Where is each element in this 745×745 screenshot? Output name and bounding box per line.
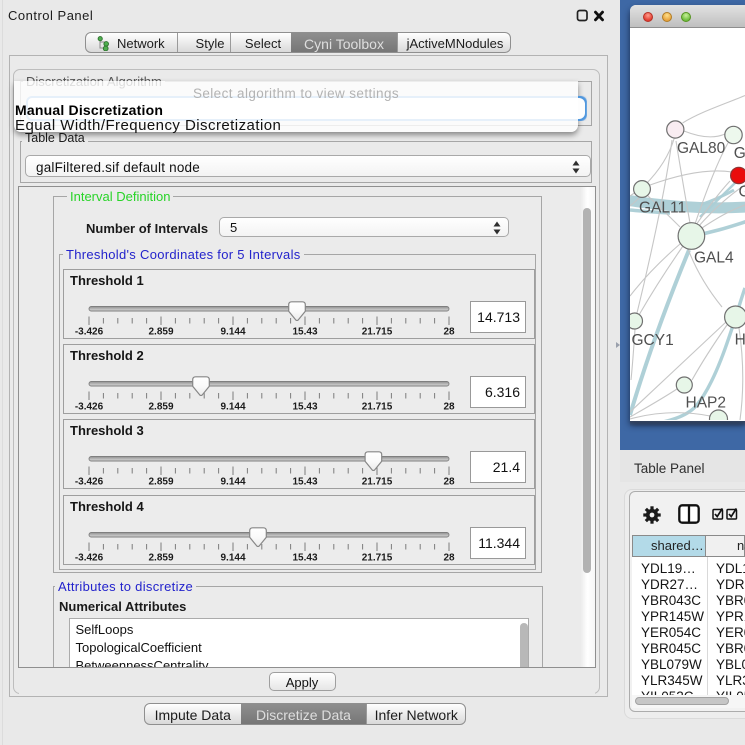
svg-text:2.859: 2.859 [148, 477, 173, 488]
svg-text:21.715: 21.715 [362, 552, 393, 563]
svg-text:HAP2: HAP2 [686, 395, 727, 412]
svg-text:GA: GA [734, 145, 745, 162]
svg-text:9.144: 9.144 [220, 326, 245, 337]
svg-text:28: 28 [443, 326, 455, 337]
svg-text:G: G [739, 184, 745, 201]
svg-text:9.144: 9.144 [220, 552, 245, 563]
svg-text:-3.426: -3.426 [75, 477, 104, 488]
svg-text:GCY1: GCY1 [632, 332, 674, 349]
svg-text:28: 28 [443, 401, 455, 412]
svg-text:9.144: 9.144 [220, 401, 245, 412]
svg-text:28: 28 [443, 477, 455, 488]
svg-text:-3.426: -3.426 [75, 401, 104, 412]
svg-text:-3.426: -3.426 [75, 552, 104, 563]
svg-text:21.715: 21.715 [362, 326, 393, 337]
svg-text:2.859: 2.859 [148, 552, 173, 563]
svg-text:H: H [735, 332, 745, 349]
svg-text:15.43: 15.43 [292, 326, 317, 337]
svg-text:21.715: 21.715 [362, 477, 393, 488]
svg-text:GAL4: GAL4 [694, 250, 734, 267]
svg-text:21.715: 21.715 [362, 401, 393, 412]
svg-text:2.859: 2.859 [148, 326, 173, 337]
svg-text:-3.426: -3.426 [75, 326, 104, 337]
svg-text:15.43: 15.43 [292, 401, 317, 412]
svg-text:GAL80: GAL80 [677, 140, 726, 157]
svg-text:15.43: 15.43 [292, 477, 317, 488]
svg-text:9.144: 9.144 [220, 477, 245, 488]
svg-text:28: 28 [443, 552, 455, 563]
svg-text:2.859: 2.859 [148, 401, 173, 412]
svg-text:GAL11: GAL11 [639, 200, 686, 217]
svg-text:15.43: 15.43 [292, 552, 317, 563]
